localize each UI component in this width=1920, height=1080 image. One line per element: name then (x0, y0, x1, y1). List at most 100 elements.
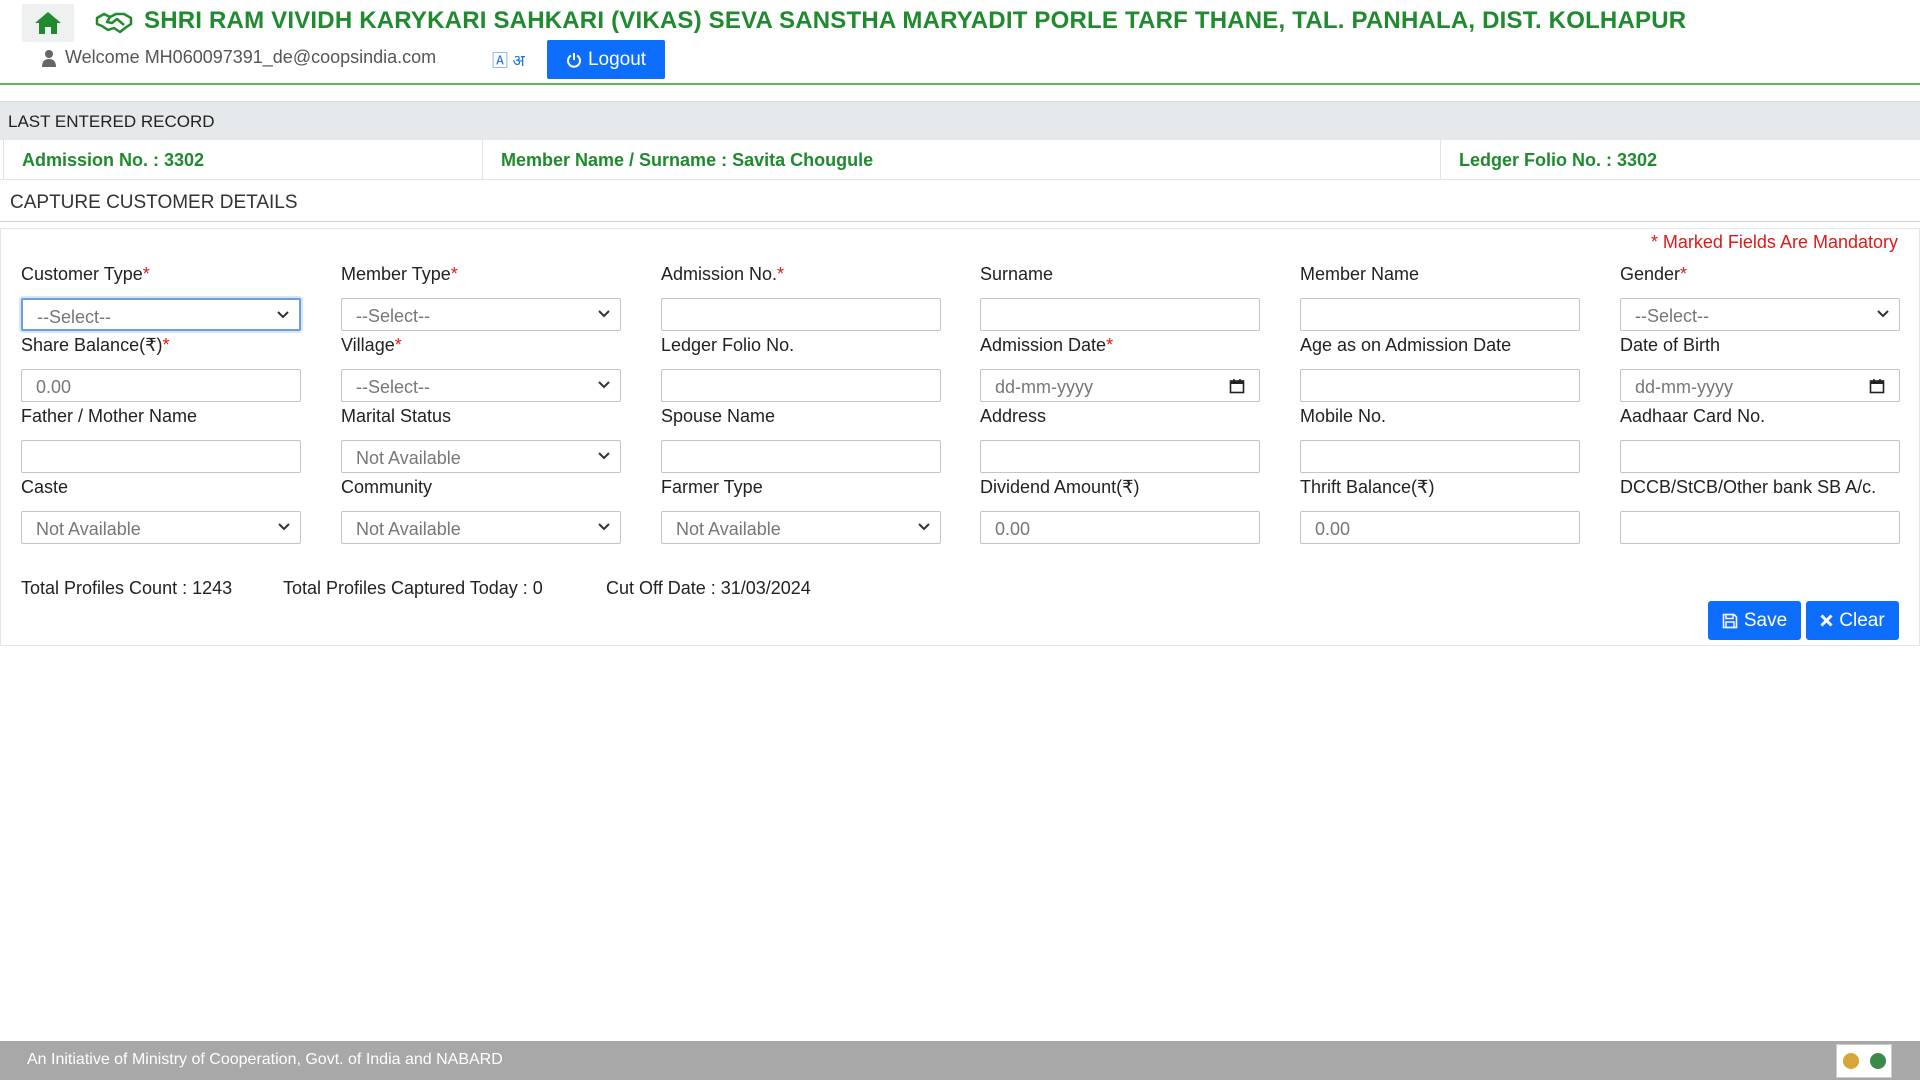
customer-type-select[interactable]: --Select-- (21, 298, 301, 331)
power-icon (566, 52, 581, 68)
spouse-name-input[interactable] (661, 440, 941, 473)
footer: An Initiative of Ministry of Cooperation… (0, 1041, 1920, 1080)
member-name-input[interactable] (1300, 298, 1580, 331)
last-ledger-folio: Ledger Folio No. : 3302 (1440, 140, 1920, 180)
ledger-folio-input[interactable] (661, 369, 941, 402)
footer-logos (1836, 1044, 1892, 1078)
chevron-down-icon (598, 310, 610, 318)
dividend-input[interactable]: 0.00 (980, 511, 1260, 544)
aadhaar-label: Aadhaar Card No. (1620, 406, 1766, 426)
dividend-label: Dividend Amount(₹) (980, 477, 1140, 497)
logout-button[interactable]: Logout (547, 40, 665, 79)
marital-status-select[interactable]: Not Available (341, 440, 621, 473)
save-label: Save (1743, 609, 1788, 631)
aadhaar-input[interactable] (1620, 440, 1900, 473)
calendar-icon[interactable] (1229, 378, 1245, 394)
total-profiles-count: Total Profiles Count : 1243 (21, 578, 233, 598)
close-icon (1820, 614, 1833, 627)
admission-date-label: Admission Date* (980, 335, 1114, 355)
admission-no-label: Admission No.* (661, 264, 785, 284)
caste-field: Caste Not Available (21, 477, 301, 544)
member-name-field: Member Name (1300, 264, 1580, 331)
village-select[interactable]: --Select-- (341, 369, 621, 402)
age-on-admission-label: Age as on Admission Date (1300, 335, 1512, 355)
cut-off-date: Cut Off Date : 31/03/2024 (606, 578, 811, 598)
age-on-admission-field: Age as on Admission Date (1300, 335, 1580, 402)
gender-field: Gender* --Select-- (1620, 264, 1900, 331)
nabard-logo-icon (1869, 1053, 1886, 1069)
farmer-type-field: Farmer Type Not Available (661, 477, 941, 544)
spouse-name-field: Spouse Name (661, 406, 941, 473)
parent-name-input[interactable] (21, 440, 301, 473)
marital-status-field: Marital Status Not Available (341, 406, 621, 473)
farmer-type-label: Farmer Type (661, 477, 763, 497)
admission-no-input[interactable] (661, 298, 941, 331)
marital-status-label: Marital Status (341, 406, 452, 426)
gender-label: Gender* (1620, 264, 1688, 284)
gender-select[interactable]: --Select-- (1620, 298, 1900, 331)
member-type-field: Member Type* --Select-- (341, 264, 621, 331)
age-on-admission-input[interactable] (1300, 369, 1580, 402)
last-entered-record-row: Admission No. : 3302 Member Name / Surna… (0, 140, 1920, 180)
admission-no-field: Admission No.* (661, 264, 941, 331)
profiles-captured-today: Total Profiles Captured Today : 0 (283, 578, 543, 598)
save-button[interactable]: Save (1708, 601, 1801, 640)
ledger-folio-label: Ledger Folio No. (661, 335, 795, 355)
chevron-down-icon (1877, 310, 1889, 318)
admission-date-input[interactable]: dd-mm-yyyy (980, 369, 1260, 402)
mobile-input[interactable] (1300, 440, 1580, 473)
spouse-name-label: Spouse Name (661, 406, 776, 426)
thrift-input[interactable]: 0.00 (1300, 511, 1580, 544)
surname-input[interactable] (980, 298, 1260, 331)
last-entered-record-title: LAST ENTERED RECORD (8, 112, 215, 131)
farmer-type-select[interactable]: Not Available (661, 511, 941, 544)
last-member-name: Member Name / Surname : Savita Chougule (482, 140, 1440, 180)
chevron-down-icon (598, 523, 610, 531)
section-divider (0, 221, 1920, 222)
parent-name-label: Father / Mother Name (21, 406, 198, 426)
share-balance-label: Share Balance(₹)* (21, 335, 170, 355)
community-field: Community Not Available (341, 477, 621, 544)
community-label: Community (341, 477, 433, 497)
bank-ac-input[interactable] (1620, 511, 1900, 544)
parent-name-field: Father / Mother Name (21, 406, 301, 473)
member-type-select[interactable]: --Select-- (341, 298, 621, 331)
dividend-field: Dividend Amount(₹) 0.00 (980, 477, 1260, 544)
welcome-text: Welcome MH060097391_de@coopsindia.com (65, 47, 437, 67)
dob-field: Date of Birth dd-mm-yyyy (1620, 335, 1900, 402)
chevron-down-icon (598, 381, 610, 389)
calendar-icon[interactable] (1869, 378, 1885, 394)
address-field: Address (980, 406, 1260, 473)
thrift-field: Thrift Balance(₹) 0.00 (1300, 477, 1580, 544)
surname-field: Surname (980, 264, 1260, 331)
chevron-down-icon (918, 523, 930, 531)
customer-type-label: Customer Type* (21, 264, 150, 284)
ministry-emblem-icon (1842, 1053, 1859, 1069)
dob-input[interactable]: dd-mm-yyyy (1620, 369, 1900, 402)
language-toggle-label: अ (512, 53, 525, 70)
language-icon: 🄰 (492, 53, 509, 70)
home-button[interactable] (22, 4, 74, 42)
chevron-down-icon (278, 523, 290, 531)
admission-date-field: Admission Date* dd-mm-yyyy (980, 335, 1260, 402)
address-input[interactable] (980, 440, 1260, 473)
chevron-down-icon (598, 452, 610, 460)
address-label: Address (980, 406, 1047, 426)
share-balance-field: Share Balance(₹)* 0.00 (21, 335, 301, 402)
clear-button[interactable]: Clear (1806, 601, 1899, 640)
mobile-field: Mobile No. (1300, 406, 1580, 473)
language-toggle[interactable]: 🄰 अ (492, 47, 525, 71)
mandatory-note: * Marked Fields Are Mandatory (1650, 232, 1898, 252)
surname-label: Surname (980, 264, 1054, 284)
bank-ac-field: DCCB/StCB/Other bank SB A/c. (1620, 477, 1900, 544)
member-type-label: Member Type* (341, 264, 458, 284)
last-entered-record-header: LAST ENTERED RECORD (0, 101, 1920, 140)
header: SHRI RAM VIVIDH KARYKARI SAHKARI (VIKAS)… (0, 0, 1920, 85)
community-select[interactable]: Not Available (341, 511, 621, 544)
section-title: CAPTURE CUSTOMER DETAILS (10, 192, 298, 213)
clear-label: Clear (1839, 609, 1885, 631)
mobile-label: Mobile No. (1300, 406, 1387, 426)
share-balance-input[interactable]: 0.00 (21, 369, 301, 402)
organization-title: SHRI RAM VIVIDH KARYKARI SAHKARI (VIKAS)… (144, 7, 1687, 34)
caste-select[interactable]: Not Available (21, 511, 301, 544)
